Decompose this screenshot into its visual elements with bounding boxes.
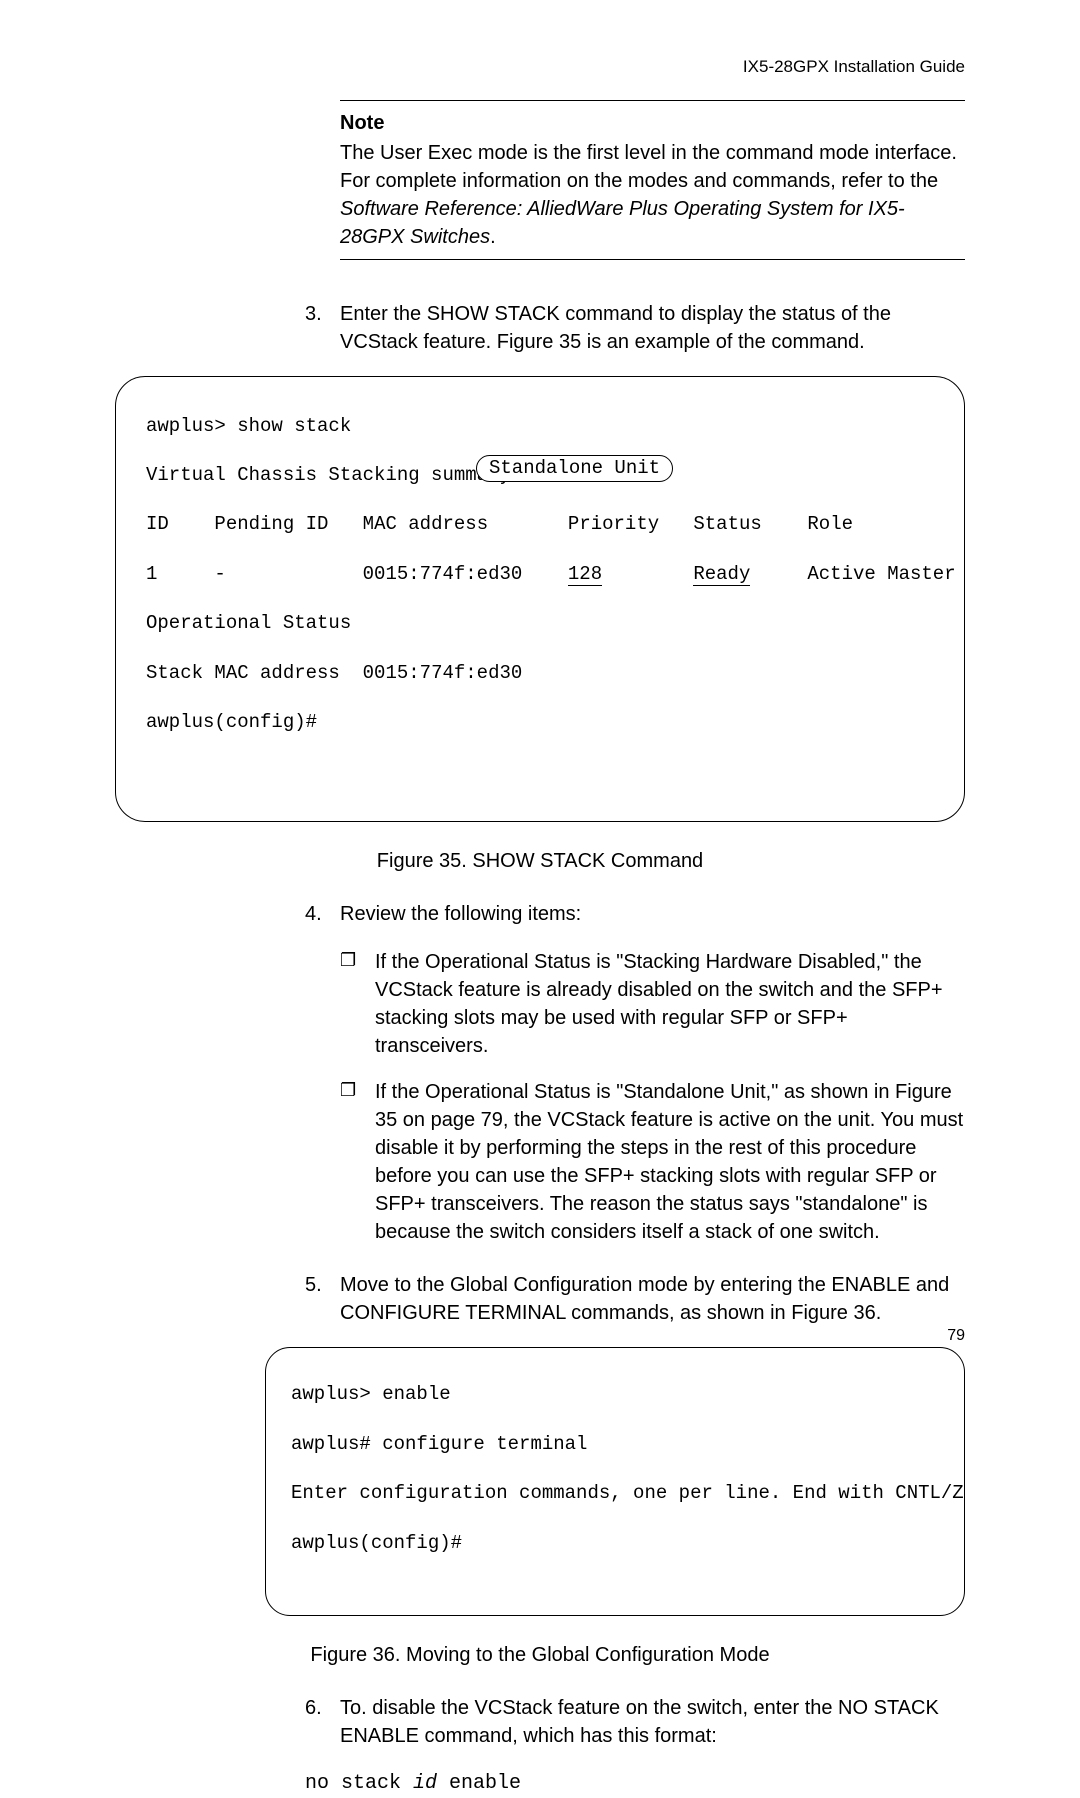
term-stackmac-value: 0015:774f:ed30: [363, 662, 523, 684]
note-title: Note: [340, 109, 965, 137]
step-5: 5. Move to the Global Configuration mode…: [305, 1271, 965, 1327]
term-opstatus-label: Operational Status: [146, 612, 351, 634]
step-text: Enter the SHOW STACK command to display …: [340, 300, 965, 356]
term-row-id: 1: [146, 563, 157, 585]
term-hdr-pending: Pending ID: [214, 513, 328, 535]
term-line: awplus(config)#: [291, 1531, 939, 1556]
term-line: awplus> enable: [291, 1382, 939, 1407]
page-number: 79: [947, 1325, 965, 1347]
term-row-role: Active Master: [807, 563, 955, 585]
checkbox-icon: ❐: [340, 948, 375, 1060]
bullet-text: If the Operational Status is "Standalone…: [375, 1078, 965, 1246]
step-4: 4. Review the following items:: [305, 900, 965, 928]
bullet-item: ❐ If the Operational Status is "Standalo…: [340, 1078, 965, 1246]
step-number: 3.: [305, 300, 340, 356]
note-box: Note The User Exec mode is the first lev…: [340, 100, 965, 260]
term-line: Enter configuration commands, one per li…: [291, 1481, 939, 1506]
step-3: 3. Enter the SHOW STACK command to displ…: [305, 300, 965, 356]
callout-standalone-unit: Standalone Unit: [476, 455, 673, 482]
bullet-item: ❐ If the Operational Status is "Stacking…: [340, 948, 965, 1060]
term-hdr-priority: Priority: [568, 513, 659, 535]
note-text-pre: The User Exec mode is the first level in…: [340, 142, 957, 192]
step-number: 4.: [305, 900, 340, 928]
step-number: 6.: [305, 1694, 340, 1750]
term-row-status: Ready: [693, 563, 750, 586]
step-text: To. disable the VCStack feature on the s…: [340, 1694, 965, 1750]
figure-35-caption: Figure 35. SHOW STACK Command: [115, 847, 965, 875]
code-no-stack: no stack id enable: [305, 1770, 965, 1798]
step-text: Move to the Global Configuration mode by…: [340, 1271, 965, 1327]
terminal-configure: awplus> enable awplus# configure termina…: [265, 1347, 965, 1616]
term-prompt: awplus(config)#: [146, 711, 317, 733]
checkbox-icon: ❐: [340, 1078, 375, 1246]
term-stackmac-label: Stack MAC address: [146, 662, 340, 684]
term-hdr-id: ID: [146, 513, 169, 535]
code-pre: no stack: [305, 1772, 413, 1795]
term-line: awplus# configure terminal: [291, 1432, 939, 1457]
term-hdr-role: Role: [807, 513, 853, 535]
step-number: 5.: [305, 1271, 340, 1327]
term-line: awplus> show stack: [146, 415, 351, 437]
step-6: 6. To. disable the VCStack feature on th…: [305, 1694, 965, 1750]
page-content: Note The User Exec mode is the first lev…: [115, 100, 965, 1798]
code-post: enable: [437, 1772, 521, 1795]
terminal-show-stack: awplus> show stack Virtual Chassis Stack…: [115, 376, 965, 822]
note-text-italic: Software Reference: AlliedWare Plus Oper…: [340, 198, 905, 248]
bullet-list: ❐ If the Operational Status is "Stacking…: [340, 948, 965, 1246]
figure-36-caption: Figure 36. Moving to the Global Configur…: [115, 1641, 965, 1669]
code-id: id: [413, 1772, 437, 1795]
term-row-pending: -: [214, 563, 225, 585]
term-hdr-status: Status: [693, 513, 761, 535]
note-text-post: .: [490, 226, 496, 248]
note-text: The User Exec mode is the first level in…: [340, 139, 965, 251]
term-row-mac: 0015:774f:ed30: [363, 563, 523, 585]
bullet-text: If the Operational Status is "Stacking H…: [375, 948, 965, 1060]
page-header: IX5-28GPX Installation Guide: [743, 55, 965, 79]
term-row-priority: 128: [568, 563, 602, 586]
term-hdr-mac: MAC address: [363, 513, 488, 535]
step-text: Review the following items:: [340, 900, 965, 928]
